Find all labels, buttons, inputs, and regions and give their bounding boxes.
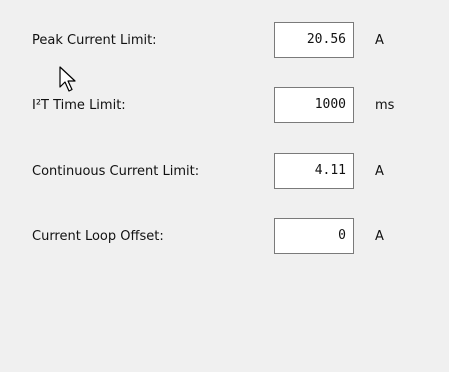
continuous-current-limit-unit: A xyxy=(375,164,384,179)
current-loop-offset-input[interactable]: 0 xyxy=(274,218,354,254)
i2t-time-limit-label: I²T Time Limit: xyxy=(32,98,126,113)
i2t-time-limit-unit: ms xyxy=(375,98,395,113)
peak-current-limit-input[interactable]: 20.56 xyxy=(274,22,354,58)
current-loop-offset-unit: A xyxy=(375,229,384,244)
current-limits-panel: Peak Current Limit: 20.56 A I²T Time Lim… xyxy=(0,0,449,372)
continuous-current-limit-label: Continuous Current Limit: xyxy=(32,164,200,179)
mouse-pointer-icon xyxy=(59,66,76,92)
continuous-current-limit-input[interactable]: 4.11 xyxy=(274,153,354,189)
continuous-current-limit-row: Continuous Current Limit: 4.11 A xyxy=(0,153,449,191)
peak-current-limit-label: Peak Current Limit: xyxy=(32,33,157,48)
current-loop-offset-label: Current Loop Offset: xyxy=(32,229,164,244)
peak-current-limit-row: Peak Current Limit: 20.56 A xyxy=(0,22,449,60)
peak-current-limit-unit: A xyxy=(375,33,384,48)
current-loop-offset-row: Current Loop Offset: 0 A xyxy=(0,218,449,256)
i2t-time-limit-input[interactable]: 1000 xyxy=(274,87,354,123)
